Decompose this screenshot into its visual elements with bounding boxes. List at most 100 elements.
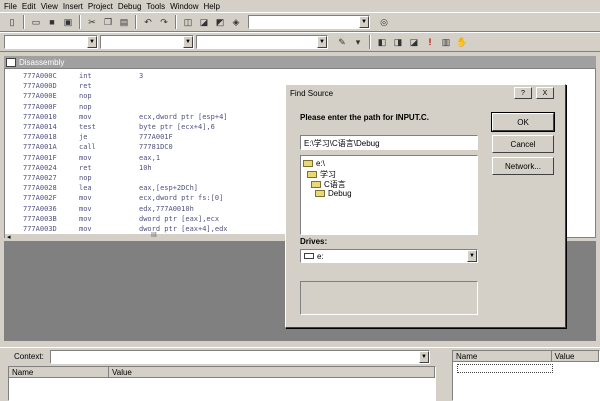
menu-project[interactable]: Project bbox=[88, 2, 113, 11]
code-address: 777A0027 bbox=[23, 174, 57, 182]
redo-icon[interactable]: ↷ bbox=[156, 14, 172, 30]
disassembly-titlebar: Disassembly bbox=[4, 56, 596, 68]
code-opcode: mov bbox=[79, 214, 92, 223]
build-icon[interactable]: ◨ bbox=[390, 34, 406, 50]
code-opcode: mov bbox=[79, 204, 92, 213]
workspace-icon[interactable]: ◫ bbox=[180, 14, 196, 30]
chevron-down-icon[interactable]: ▼ bbox=[87, 36, 97, 48]
menu-file[interactable]: File bbox=[4, 2, 17, 11]
scroll-left-icon[interactable]: ◂ bbox=[7, 233, 11, 241]
debug-panels: Context: ▼ Name Value Name Value bbox=[0, 347, 600, 401]
code-opcode: call bbox=[79, 143, 96, 152]
find-in-files-icon[interactable]: ◈ bbox=[228, 14, 244, 30]
folder-open-icon bbox=[311, 181, 321, 188]
code-address: 777A0014 bbox=[23, 123, 57, 131]
network-button[interactable]: Network... bbox=[492, 157, 554, 175]
code-operands: 3 bbox=[139, 72, 144, 80]
ok-button[interactable]: OK bbox=[491, 112, 555, 132]
cut-icon[interactable]: ✂ bbox=[84, 14, 100, 30]
context-combo[interactable]: ▼ bbox=[50, 350, 430, 364]
code-operands: 77781DC0 bbox=[139, 143, 173, 152]
code-operands: 10h bbox=[139, 163, 152, 172]
menu-insert[interactable]: Insert bbox=[63, 2, 83, 11]
tree-folder-item[interactable]: Debug bbox=[315, 189, 352, 198]
column-header-name[interactable]: Name bbox=[453, 351, 552, 361]
code-address: 777A003D bbox=[23, 225, 57, 233]
undo-icon[interactable]: ↶ bbox=[140, 14, 156, 30]
cancel-button[interactable]: Cancel bbox=[492, 135, 554, 153]
watch-grid[interactable]: Name Value bbox=[452, 350, 600, 401]
drives-label: Drives: bbox=[300, 237, 328, 246]
close-icon[interactable]: X bbox=[536, 87, 554, 99]
variables-header: Name Value bbox=[9, 367, 435, 378]
code-opcode: nop bbox=[79, 102, 92, 111]
code-opcode: lea bbox=[79, 184, 92, 193]
new-file-icon[interactable]: ▯ bbox=[4, 14, 20, 30]
stop-build-icon[interactable]: ◪ bbox=[406, 34, 422, 50]
chevron-down-icon[interactable]: ▼ bbox=[467, 250, 477, 262]
dropdown-arrow-icon[interactable]: ▾ bbox=[350, 34, 366, 50]
copy-icon[interactable]: ❐ bbox=[100, 14, 116, 30]
class-combo[interactable]: ▼ bbox=[4, 35, 98, 49]
help-button[interactable]: ? bbox=[514, 87, 532, 99]
menu-bar: File Edit View Insert Project Debug Tools Windo… bbox=[0, 0, 600, 12]
toolbar-separator bbox=[369, 35, 371, 49]
execute-icon[interactable]: ! bbox=[422, 34, 438, 50]
go-icon[interactable]: ▥ bbox=[438, 34, 454, 50]
save-all-icon[interactable]: ▣ bbox=[60, 14, 76, 30]
code-address: 777A000D bbox=[23, 82, 57, 91]
path-input[interactable]: E:\学习\C语言\Debug bbox=[300, 135, 478, 150]
menu-tools[interactable]: Tools bbox=[146, 2, 165, 11]
window-list-icon[interactable]: ◩ bbox=[212, 14, 228, 30]
menu-window[interactable]: Window bbox=[170, 2, 198, 11]
menu-help[interactable]: Help bbox=[204, 2, 220, 11]
toolbar-separator bbox=[135, 15, 137, 29]
standard-toolbar: ▯ ▭ ■ ▣ ✂ ❐ ▤ ↶ ↷ ◫ ◪ ◩ ◈ ▼ ◎ bbox=[0, 12, 600, 32]
chevron-down-icon[interactable]: ▼ bbox=[317, 36, 327, 48]
paste-icon[interactable]: ▤ bbox=[116, 14, 132, 30]
toolbar-separator bbox=[23, 15, 25, 29]
code-opcode: ret bbox=[79, 163, 92, 172]
code-address: 777A0036 bbox=[23, 204, 57, 213]
find-combo[interactable]: ▼ bbox=[248, 15, 370, 29]
code-address: 777A000F bbox=[23, 102, 57, 111]
chevron-down-icon[interactable]: ▼ bbox=[419, 351, 429, 363]
code-opcode: mov bbox=[79, 112, 92, 121]
output-icon[interactable]: ◪ bbox=[196, 14, 212, 30]
scroll-thumb-grip[interactable]: III bbox=[151, 232, 157, 239]
chevron-down-icon[interactable]: ▼ bbox=[359, 16, 369, 28]
watch-header: Name Value bbox=[453, 351, 599, 362]
dialog-title: Find Source bbox=[290, 88, 334, 98]
menu-view[interactable]: View bbox=[41, 2, 58, 11]
menu-edit[interactable]: Edit bbox=[22, 2, 36, 11]
code-opcode: mov bbox=[79, 153, 92, 162]
watch-entry-cell[interactable] bbox=[457, 364, 553, 373]
tree-folder-item[interactable]: e:\ bbox=[303, 159, 325, 168]
toolbar-separator bbox=[79, 15, 81, 29]
save-icon[interactable]: ■ bbox=[44, 14, 60, 30]
chevron-down-icon[interactable]: ▼ bbox=[183, 36, 193, 48]
wizard-icon[interactable]: ✎ bbox=[334, 34, 350, 50]
code-opcode: mov bbox=[79, 194, 92, 203]
code-address: 777A0010 bbox=[23, 112, 57, 121]
find-icon[interactable]: ◎ bbox=[376, 14, 392, 30]
code-operands: eax,[esp+2DCh] bbox=[139, 184, 199, 193]
drives-combo[interactable]: e: ▼ bbox=[300, 249, 478, 263]
variables-grid[interactable]: Name Value bbox=[8, 366, 436, 401]
code-address: 777A0024 bbox=[23, 163, 57, 172]
compile-icon[interactable]: ◧ bbox=[374, 34, 390, 50]
members-combo[interactable]: ▼ bbox=[196, 35, 328, 49]
folder-open-icon bbox=[315, 190, 325, 197]
filter-combo[interactable]: ▼ bbox=[100, 35, 194, 49]
code-address: 777A001F bbox=[23, 153, 57, 162]
dialog-prompt: Please enter the path for INPUT.C. bbox=[300, 113, 429, 122]
open-folder-icon[interactable]: ▭ bbox=[28, 14, 44, 30]
horizontal-scrollbar[interactable]: ◂ III bbox=[5, 232, 295, 241]
column-header-value[interactable]: Value bbox=[109, 367, 435, 377]
column-header-name[interactable]: Name bbox=[9, 367, 109, 377]
column-header-value[interactable]: Value bbox=[552, 351, 599, 361]
breakpoint-hand-icon[interactable]: ✋ bbox=[454, 34, 470, 50]
menu-debug[interactable]: Debug bbox=[118, 2, 142, 11]
toolbar-separator bbox=[175, 15, 177, 29]
directory-tree[interactable]: e:\ 学习 C语言 Debug bbox=[300, 155, 478, 235]
